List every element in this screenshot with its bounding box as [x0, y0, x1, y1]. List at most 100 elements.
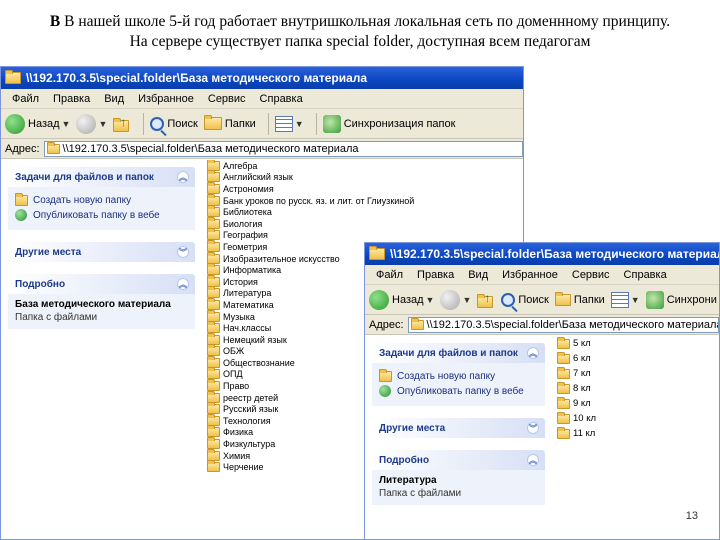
views-button[interactable]: ▼: [274, 115, 304, 132]
toolbar-separator: [267, 112, 269, 135]
folder-item[interactable]: 11 кл: [557, 426, 719, 441]
menu-tools[interactable]: Сервис: [201, 93, 253, 105]
folder-name: Физкультура: [223, 439, 276, 450]
up-folder-button[interactable]: ↑: [477, 291, 495, 308]
folder-icon: [207, 448, 220, 461]
details-body: База методического материала Папка с фай…: [8, 294, 195, 329]
toolbar-separator: [315, 112, 317, 135]
folder-item[interactable]: География: [207, 228, 523, 242]
task-publish-label: Опубликовать папку в вебе: [397, 385, 524, 397]
address-input[interactable]: \\192.170.3.5\special.folder\База методи…: [407, 316, 719, 333]
address-input[interactable]: \\192.170.3.5\special.folder\База методи…: [43, 140, 523, 157]
folder-item[interactable]: Английский язык: [207, 170, 523, 184]
details-title: Подробно: [379, 454, 430, 466]
search-button[interactable]: Поиск: [150, 116, 198, 131]
folder-icon: [207, 193, 220, 206]
sync-button[interactable]: Синхронизация папок: [322, 114, 455, 133]
address-label: Адрес:: [369, 318, 404, 331]
dropdown-arrow-icon[interactable]: ▼: [295, 119, 304, 129]
dropdown-arrow-icon[interactable]: ▼: [462, 295, 471, 305]
other-places-header[interactable]: Другие места ︾: [372, 418, 545, 438]
folder-item[interactable]: 7 кл: [557, 366, 719, 381]
address-bar: Адрес: \\192.170.3.5\special.folder\База…: [365, 315, 719, 335]
menu-view[interactable]: Вид: [97, 93, 131, 105]
menu-favorites[interactable]: Избранное: [131, 93, 201, 105]
task-new-folder[interactable]: Создать новую папку: [15, 193, 188, 206]
collapse-chevron-icon[interactable]: ︽: [177, 171, 189, 183]
forward-button[interactable]: ▼: [440, 289, 471, 310]
other-places-header[interactable]: Другие места ︾: [8, 242, 195, 262]
back-button[interactable]: Назад ▼: [5, 113, 71, 134]
page-number: 13: [685, 510, 698, 522]
folder-name: Английский язык: [223, 172, 293, 183]
details-panel: Подробно ︽ Литература Папка с файлами: [372, 450, 545, 505]
folder-icon: [207, 425, 220, 438]
folder-name: Обществознание: [223, 357, 295, 368]
new-folder-icon: [379, 369, 392, 382]
folder-item[interactable]: 5 кл: [557, 336, 719, 351]
up-folder-button[interactable]: ↑: [113, 115, 131, 132]
content-area: Задачи для файлов и папок ︽ Создать нову…: [365, 336, 719, 539]
collapse-chevron-icon[interactable]: ︽: [527, 454, 539, 466]
tasks-panel-header[interactable]: Задачи для файлов и папок ︽: [8, 167, 195, 187]
menu-view[interactable]: Вид: [461, 269, 495, 281]
globe-icon: [379, 385, 391, 397]
folder-name: 8 кл: [573, 383, 591, 394]
details-panel: Подробно ︽ База методического материала …: [8, 274, 195, 329]
task-pane: Задачи для файлов и папок ︽ Создать нову…: [1, 160, 201, 539]
expand-chevron-icon[interactable]: ︾: [177, 246, 189, 258]
globe-icon: [15, 209, 27, 221]
title-bar[interactable]: \\192.170.3.5\special.folder\База методи…: [365, 243, 719, 265]
folder-icon: [207, 437, 220, 450]
menu-edit[interactable]: Правка: [410, 269, 461, 281]
folder-item[interactable]: 9 кл: [557, 396, 719, 411]
collapse-chevron-icon[interactable]: ︽: [527, 347, 539, 359]
folder-item[interactable]: Алгебра: [207, 160, 523, 172]
dropdown-arrow-icon[interactable]: ▼: [631, 295, 640, 305]
dropdown-arrow-icon[interactable]: ▼: [62, 119, 71, 129]
task-publish-web[interactable]: Опубликовать папку в вебе: [379, 385, 538, 397]
details-header[interactable]: Подробно ︽: [372, 450, 545, 470]
task-pane: Задачи для файлов и папок ︽ Создать нову…: [365, 336, 551, 539]
menu-help[interactable]: Справка: [253, 93, 310, 105]
collapse-chevron-icon[interactable]: ︽: [177, 278, 189, 290]
folder-name: ОБЖ: [223, 346, 245, 357]
folder-item[interactable]: 10 кл: [557, 411, 719, 426]
expand-chevron-icon[interactable]: ︾: [527, 422, 539, 434]
menu-favorites[interactable]: Избранное: [495, 269, 565, 281]
folder-name: 9 кл: [573, 398, 591, 409]
folder-icon: [207, 228, 220, 241]
menu-edit[interactable]: Правка: [46, 93, 97, 105]
folder-item[interactable]: Библиотека: [207, 205, 523, 218]
dropdown-arrow-icon[interactable]: ▼: [426, 295, 435, 305]
task-publish-web[interactable]: Опубликовать папку в вебе: [15, 209, 188, 221]
sync-button[interactable]: Синхрони: [645, 290, 717, 309]
menu-file[interactable]: Файл: [5, 93, 46, 105]
back-button[interactable]: Назад ▼: [369, 289, 435, 310]
views-button[interactable]: ▼: [610, 291, 640, 308]
folder-item[interactable]: Астрономия: [207, 181, 523, 195]
folder-name: Химия: [223, 450, 251, 461]
sync-icon: [645, 290, 664, 309]
dropdown-arrow-icon[interactable]: ▼: [98, 119, 107, 129]
menu-help[interactable]: Справка: [617, 269, 674, 281]
task-new-folder[interactable]: Создать новую папку: [379, 369, 538, 382]
tasks-panel-header[interactable]: Задачи для файлов и папок ︽: [372, 343, 545, 363]
window-title: \\192.170.3.5\special.folder\База методи…: [26, 71, 368, 85]
title-bar[interactable]: \\192.170.3.5\special.folder\База методи…: [1, 67, 523, 89]
menu-file[interactable]: Файл: [369, 269, 410, 281]
folders-button[interactable]: Папки: [203, 115, 256, 130]
folder-item[interactable]: Банк уроков по русск. яз. и лит. от Глиу…: [207, 193, 523, 207]
folder-item[interactable]: 6 кл: [557, 351, 719, 366]
menu-tools[interactable]: Сервис: [565, 269, 617, 281]
folder-name: Биология: [223, 218, 263, 229]
folder-item[interactable]: Биология: [207, 216, 523, 230]
caption-line-1-text: В нашей школе 5-й год работает внутришко…: [64, 13, 671, 30]
search-button[interactable]: Поиск: [501, 292, 549, 307]
folders-button[interactable]: Папки: [554, 291, 605, 306]
details-header[interactable]: Подробно ︽: [8, 274, 195, 294]
folder-item[interactable]: 8 кл: [557, 381, 719, 396]
folder-icon: [207, 170, 220, 183]
task-new-folder-label: Создать новую папку: [397, 371, 496, 382]
forward-button[interactable]: ▼: [76, 113, 107, 134]
